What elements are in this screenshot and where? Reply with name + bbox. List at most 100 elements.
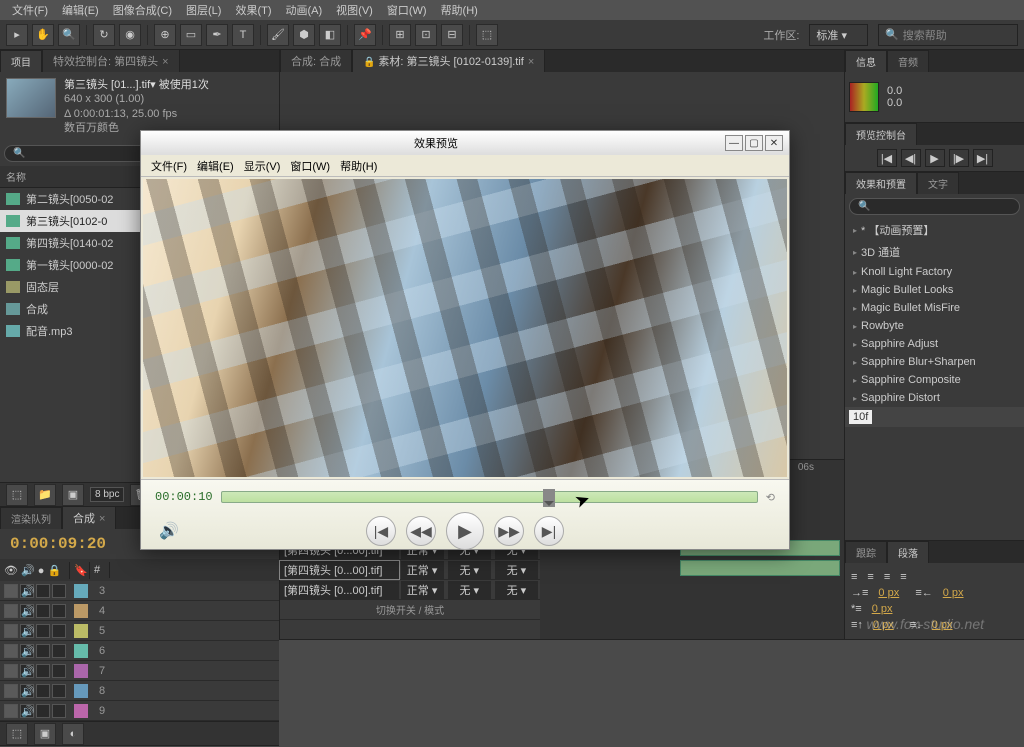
volume-icon[interactable]: 🔊: [159, 521, 179, 541]
layer-color-swatch[interactable]: [74, 664, 88, 678]
frame-value[interactable]: 10f: [849, 410, 872, 424]
bpc-indicator[interactable]: 8 bpc: [90, 487, 124, 502]
space-before[interactable]: 0 px: [872, 603, 893, 615]
toggle-switches-icon[interactable]: ⬚: [6, 723, 28, 745]
effect-category[interactable]: ▸Magic Bullet MisFire: [845, 299, 1024, 317]
tab-effects[interactable]: 效果和预置: [845, 172, 917, 194]
effect-category[interactable]: ▸Rowbyte: [845, 317, 1024, 335]
lock-toggle[interactable]: [52, 684, 66, 698]
lock-toggle[interactable]: [52, 664, 66, 678]
layer-detail-row[interactable]: [第四镜头 [0...00].tif]正常 ▾无 ▾无 ▾: [280, 560, 540, 580]
indent-left[interactable]: 0 px: [878, 587, 899, 599]
solo-toggle[interactable]: [36, 604, 50, 618]
visibility-toggle[interactable]: [4, 584, 18, 598]
help-search[interactable]: 🔍搜索帮助: [878, 24, 1018, 46]
menu-composition[interactable]: 图像合成(C): [107, 0, 178, 20]
tab-paragraph[interactable]: 段落: [887, 541, 929, 563]
lock-toggle[interactable]: [52, 644, 66, 658]
first-frame-button[interactable]: |◀: [877, 149, 897, 167]
layer-row[interactable]: 🔊7: [0, 661, 279, 681]
view-axis-icon[interactable]: ⊟: [441, 24, 463, 46]
effect-category[interactable]: ▸3D 通道: [845, 241, 1024, 263]
visibility-toggle[interactable]: [4, 644, 18, 658]
seek-slider[interactable]: [221, 491, 758, 503]
effect-category[interactable]: ▸Knoll Light Factory: [845, 263, 1024, 281]
motion-blur-icon[interactable]: ◐: [62, 723, 84, 745]
rewind-button[interactable]: ◀◀: [406, 516, 436, 546]
tab-composition-view[interactable]: 合成: 合成: [280, 49, 352, 72]
track-matte-dropdown[interactable]: 无 ▾: [448, 561, 491, 579]
audio-toggle[interactable]: 🔊: [20, 644, 34, 658]
parent-dropdown[interactable]: 无 ▾: [495, 581, 538, 599]
dlg-menu-help[interactable]: 帮助(H): [336, 156, 381, 176]
tab-effect-controls[interactable]: 特效控制台: 第四镜头×: [42, 49, 180, 72]
tab-character[interactable]: 文字: [917, 172, 959, 194]
puppet-tool[interactable]: 📌: [354, 24, 376, 46]
layer-row[interactable]: 🔊4: [0, 601, 279, 621]
close-icon[interactable]: ×: [528, 56, 534, 68]
dlg-menu-edit[interactable]: 编辑(E): [193, 156, 238, 176]
close-icon[interactable]: ×: [162, 56, 168, 68]
justify-icon[interactable]: ≡: [900, 571, 906, 583]
align-center-icon[interactable]: ≡: [867, 571, 873, 583]
menu-layer[interactable]: 图层(L): [180, 0, 227, 20]
pen-tool[interactable]: ✒: [206, 24, 228, 46]
solo-toggle[interactable]: [36, 664, 50, 678]
skip-start-button[interactable]: |◀: [366, 516, 396, 546]
solo-toggle[interactable]: [36, 624, 50, 638]
parent-dropdown[interactable]: 无 ▾: [495, 561, 538, 579]
audio-toggle[interactable]: 🔊: [20, 604, 34, 618]
next-frame-button[interactable]: |▶: [949, 149, 969, 167]
frame-blend-icon[interactable]: ▣: [34, 723, 56, 745]
effect-category[interactable]: ▸Sapphire Distort: [845, 389, 1024, 407]
layer-row[interactable]: 🔊6: [0, 641, 279, 661]
menu-help[interactable]: 帮助(H): [435, 0, 484, 20]
new-comp-icon[interactable]: ▣: [62, 484, 84, 506]
lock-toggle[interactable]: [52, 584, 66, 598]
minimize-button[interactable]: —: [725, 135, 743, 151]
audio-toggle[interactable]: 🔊: [20, 704, 34, 718]
menu-window[interactable]: 窗口(W): [381, 0, 433, 20]
menu-edit[interactable]: 编辑(E): [56, 0, 105, 20]
maximize-button[interactable]: ▢: [745, 135, 763, 151]
audio-toggle[interactable]: 🔊: [20, 624, 34, 638]
lock-toggle[interactable]: [52, 704, 66, 718]
close-icon[interactable]: ×: [99, 513, 105, 525]
lock-toggle[interactable]: [52, 624, 66, 638]
layer-name[interactable]: [第四镜头 [0...00].tif]: [280, 581, 399, 599]
solo-toggle[interactable]: [36, 684, 50, 698]
world-axis-icon[interactable]: ⊡: [415, 24, 437, 46]
tab-preview[interactable]: 预览控制台: [845, 123, 917, 145]
visibility-toggle[interactable]: [4, 624, 18, 638]
layer-row[interactable]: 🔊8: [0, 681, 279, 701]
dlg-menu-view[interactable]: 显示(V): [240, 156, 285, 176]
menu-view[interactable]: 视图(V): [330, 0, 379, 20]
layer-color-swatch[interactable]: [74, 584, 88, 598]
layer-color-swatch[interactable]: [74, 644, 88, 658]
solo-toggle[interactable]: [36, 584, 50, 598]
menu-animation[interactable]: 动画(A): [280, 0, 329, 20]
last-frame-button[interactable]: ▶|: [973, 149, 993, 167]
effect-category[interactable]: ▸Magic Bullet Looks: [845, 281, 1024, 299]
dlg-menu-window[interactable]: 窗口(W): [286, 156, 334, 176]
layer-row[interactable]: 🔊9: [0, 701, 279, 721]
layer-name[interactable]: [第四镜头 [0...00].tif]: [280, 561, 399, 579]
tab-render-queue[interactable]: 渲染队列: [0, 507, 62, 529]
indent-right[interactable]: 0 px: [943, 587, 964, 599]
toggle-switches-label[interactable]: 切换开关 / 模式: [280, 600, 540, 620]
selection-tool[interactable]: ▸: [6, 24, 28, 46]
preview-viewport[interactable]: [143, 179, 787, 477]
layer-color-swatch[interactable]: [74, 624, 88, 638]
workspace-dropdown[interactable]: 标准 ▾: [809, 24, 868, 46]
prev-frame-button[interactable]: ◀|: [901, 149, 921, 167]
effect-category[interactable]: ▸Sapphire Adjust: [845, 335, 1024, 353]
anchor-tool[interactable]: ⊕: [154, 24, 176, 46]
visibility-toggle[interactable]: [4, 704, 18, 718]
layer-color-swatch[interactable]: [74, 604, 88, 618]
menu-effect[interactable]: 效果(T): [229, 0, 277, 20]
layer-detail-row[interactable]: [第四镜头 [0...00].tif]正常 ▾无 ▾无 ▾: [280, 580, 540, 600]
solo-toggle[interactable]: [36, 704, 50, 718]
rect-tool[interactable]: ▭: [180, 24, 202, 46]
dlg-menu-file[interactable]: 文件(F): [147, 156, 191, 176]
tab-comp-timeline[interactable]: 合成×: [62, 506, 116, 529]
